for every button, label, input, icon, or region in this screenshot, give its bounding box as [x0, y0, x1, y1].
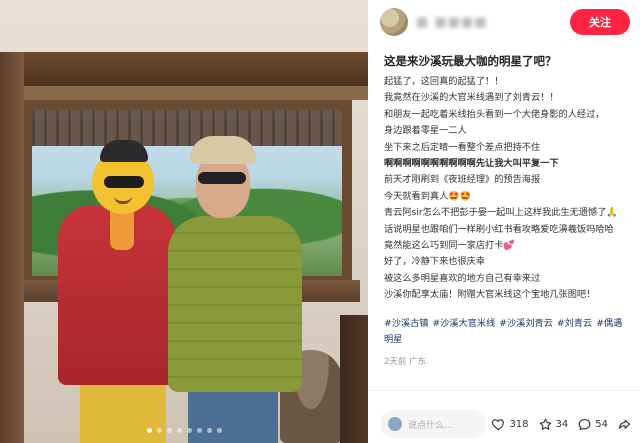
- divider: [368, 390, 640, 391]
- post-body-line: 今天就看到真人🤩🤩: [384, 190, 472, 202]
- person-right-jeans: [188, 384, 278, 443]
- share-button[interactable]: [617, 417, 632, 432]
- comment-bubble-icon: [578, 418, 591, 430]
- wood-beam-lower: [0, 86, 368, 100]
- author-name[interactable]: ■ ■■■■: [416, 15, 488, 30]
- post-body-line: 前天才刚刷到《夜班经理》的预告海报: [384, 174, 541, 186]
- post-body-line: 我竟然在沙溪的大官米线遇到了刘青云！！: [384, 92, 559, 104]
- person-left-cap: [100, 140, 148, 162]
- post-body-line: 啊啊啊啊啊啊啊啊啊啊先让我大叫平复一下: [384, 158, 559, 170]
- like-button[interactable]: 318: [491, 417, 529, 432]
- post-body-line: 和朋友一起吃着米线抬头看到一个大佬身影的人经过，: [384, 108, 605, 120]
- post-panel: ■ ■■■■ 关注 这是来沙溪玩最大咖的明星了吧？ 起猛了，这回真的起猛了！！ 我…: [368, 0, 640, 443]
- carousel-dot[interactable]: [196, 428, 202, 433]
- post-title: 这是来沙溪玩最大咖的明星了吧？: [384, 54, 557, 68]
- post-image[interactable]: [0, 0, 368, 443]
- comment-count: 54: [595, 418, 608, 430]
- like-count: 318: [509, 418, 529, 430]
- post-body-line: 好了，冷静下来也很庆幸: [384, 256, 486, 268]
- comment-placeholder: 说点什么...: [408, 420, 453, 431]
- engagement-bar: 说点什么... 318 34 54: [368, 409, 640, 439]
- stats: 318 34 54: [491, 417, 632, 432]
- share-icon: [618, 419, 631, 429]
- window-lattice: [32, 110, 342, 146]
- wood-beam: [0, 52, 368, 86]
- avatar[interactable]: [380, 8, 408, 36]
- star-icon: [539, 418, 551, 430]
- hashtag-link[interactable]: #沙溪古镇: [384, 318, 428, 329]
- person-right-jacket: [168, 216, 302, 392]
- author-header: ■ ■■■■ 关注: [368, 0, 640, 44]
- hashtag-link[interactable]: #刘青云: [557, 318, 592, 329]
- carousel-dot[interactable]: [176, 428, 182, 433]
- comment-button[interactable]: 54: [577, 417, 608, 432]
- chair: [340, 315, 368, 443]
- carousel-dot[interactable]: [156, 428, 162, 433]
- person-left-shirt: [110, 210, 134, 250]
- person-right-cap: [190, 136, 256, 164]
- post-meta: 2天前 广东: [384, 356, 427, 367]
- person-right-sunglasses: [198, 172, 246, 184]
- post-body-line: 沙溪你配享太庙！附赠大官米线这个宝地几张图吧！: [384, 289, 596, 301]
- carousel-indicator: [0, 428, 368, 433]
- collect-count: 34: [555, 418, 569, 430]
- post-body-line: 竟然能这么巧到同一家店打卡💕: [384, 240, 515, 252]
- tag-list: #沙溪古镇 #沙溪大官米线 #沙溪刘青云 #刘青云 #偶遇明星: [384, 316, 630, 349]
- post-body: 起猛了，这回真的起猛了！！ 我竟然在沙溪的大官米线遇到了刘青云！！ 和朋友一起吃着米…: [384, 74, 630, 304]
- post-body-line: 被这么多明星喜欢的地方自己有幸来过: [384, 272, 541, 284]
- heart-icon: [492, 418, 505, 430]
- post-body-line: 身边跟着零星一二人: [384, 125, 467, 137]
- user-avatar: [388, 417, 402, 431]
- post-body-line: 起猛了，这回真的起猛了！！: [384, 76, 504, 87]
- post-body-line: 坐下来之后定睛一看整个差点把持不住: [384, 141, 541, 153]
- wood-post: [0, 52, 24, 443]
- collect-button[interactable]: 34: [538, 417, 569, 432]
- post-body-line: 话说明星也跟咱们一样刷小红书看攻略爱吃濞羲饭吗哈哈: [384, 223, 614, 235]
- post-body-line: 青云阿sir怎么不把彭于晏一起叫上这样我此生无遗憾了🙏: [384, 207, 618, 219]
- emoji-sunglasses: [104, 176, 144, 188]
- post-content: 这是来沙溪玩最大咖的明星了吧？ 起猛了，这回真的起猛了！！ 我竟然在沙溪的大官米线…: [384, 52, 630, 382]
- hashtag-link[interactable]: #沙溪大官米线: [432, 318, 495, 329]
- hashtag-link[interactable]: #沙溪刘青云: [499, 318, 553, 329]
- carousel-dot[interactable]: [216, 428, 222, 433]
- carousel-dot[interactable]: [166, 428, 172, 433]
- carousel-dot[interactable]: [146, 428, 152, 433]
- carousel-dot[interactable]: [206, 428, 212, 433]
- comment-input[interactable]: 说点什么...: [380, 410, 486, 438]
- carousel-dot[interactable]: [186, 428, 192, 433]
- follow-button[interactable]: 关注: [570, 9, 630, 35]
